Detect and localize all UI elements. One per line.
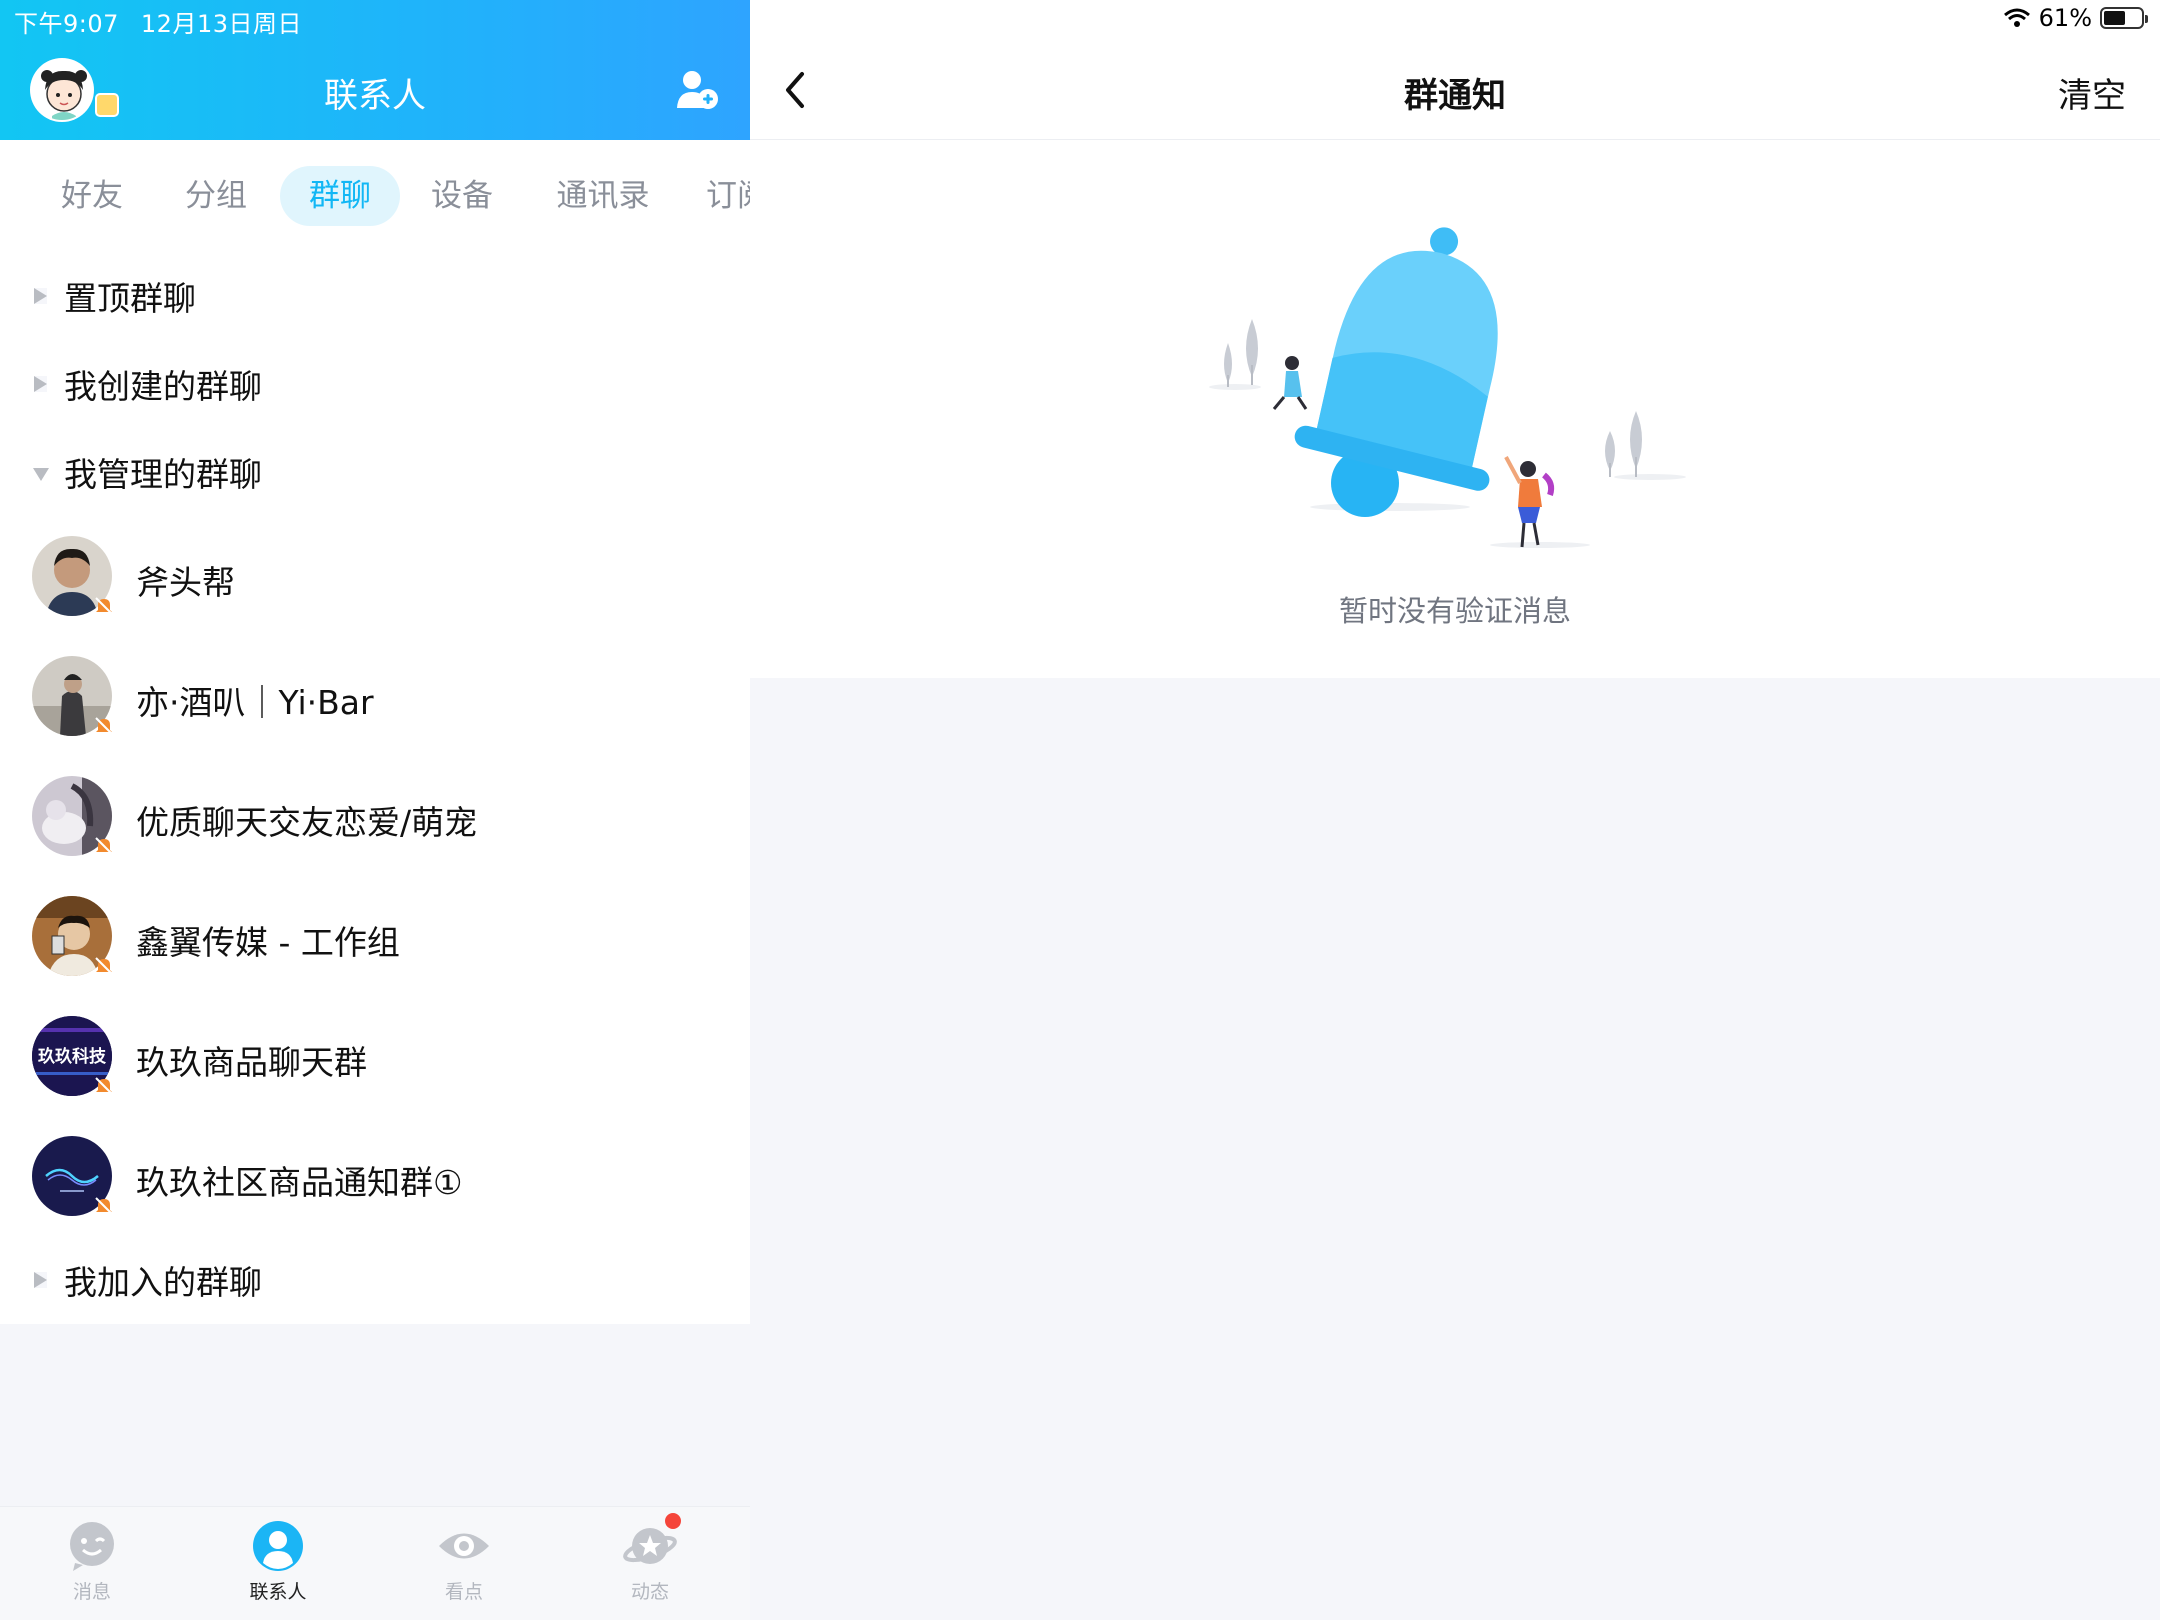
- tab-address-book[interactable]: 通讯录: [548, 166, 658, 226]
- status-bar-left: 下午9:07 12月13日周日: [14, 4, 324, 39]
- section-label: 置顶群聊: [64, 279, 196, 318]
- eye-icon: [437, 1519, 491, 1573]
- status-time: 下午9:07: [14, 10, 119, 38]
- section-label: 我管理的群聊: [64, 455, 262, 494]
- wifi-icon: [2003, 8, 2030, 27]
- nav-label: 看点: [444, 1581, 483, 1603]
- status-date: 12月13日周日: [140, 10, 302, 38]
- group-row[interactable]: 优质聊天交友恋爱/萌宠: [0, 756, 750, 876]
- section-label: 我创建的群聊: [64, 367, 262, 406]
- tab-group-chats[interactable]: 群聊: [280, 166, 400, 226]
- page-title: 群通知: [1404, 76, 1506, 116]
- muted-bell-icon: [94, 716, 114, 736]
- group-row[interactable]: 玖玖社区商品通知群①: [0, 1116, 750, 1236]
- contacts-header: 下午9:07 12月13日周日 联系人: [0, 0, 750, 140]
- group-name: 亦·酒叭｜Yi·Bar: [136, 683, 374, 722]
- section-pinned-groups[interactable]: 置顶群聊: [0, 252, 750, 340]
- group-name: 玖玖商品聊天群: [136, 1043, 367, 1082]
- section-managed-groups[interactable]: 我管理的群聊: [0, 428, 750, 516]
- group-row[interactable]: 斧头帮: [0, 516, 750, 636]
- muted-bell-icon: [94, 1076, 114, 1096]
- group-row[interactable]: 鑫翼传媒 - 工作组: [0, 876, 750, 996]
- nav-moments[interactable]: 动态: [600, 1513, 700, 1604]
- bottom-tab-bar: 消息 联系人 看点 动态: [0, 1506, 750, 1620]
- muted-bell-icon: [94, 1196, 114, 1216]
- collapsed-arrow-icon: [34, 288, 47, 304]
- notifications-content: 61% 群通知 清空 暂时没有验证消息: [750, 0, 2160, 678]
- group-name: 优质聊天交友恋爱/萌宠: [136, 803, 478, 842]
- group-name: 鑫翼传媒 - 工作组: [136, 923, 400, 962]
- group-row[interactable]: 亦·酒叭｜Yi·Bar: [0, 636, 750, 756]
- tab-devices[interactable]: 设备: [414, 166, 510, 226]
- nav-label: 消息: [72, 1581, 111, 1603]
- clear-button[interactable]: 清空: [2058, 68, 2126, 117]
- contacts-person-icon: [251, 1519, 305, 1573]
- section-created-groups[interactable]: 我创建的群聊: [0, 340, 750, 428]
- tab-friends[interactable]: 好友: [44, 166, 140, 226]
- notification-dot: [665, 1513, 681, 1529]
- collapsed-arrow-icon: [34, 1272, 47, 1288]
- section-label: 我加入的群聊: [64, 1263, 262, 1302]
- battery-icon: [2100, 7, 2148, 29]
- muted-bell-icon: [94, 596, 114, 616]
- tab-subscriptions[interactable]: 订阅: [706, 166, 750, 226]
- nav-discover[interactable]: 看点: [414, 1519, 514, 1604]
- status-bar-right: 61%: [2003, 4, 2148, 32]
- nav-contacts[interactable]: 联系人: [228, 1519, 328, 1604]
- nav-label: 联系人: [249, 1581, 307, 1603]
- group-avatar-logo-text: 玖玖科技: [38, 1046, 107, 1067]
- group-notifications-pane: 61% 群通知 清空 暂时没有验证消息: [750, 0, 2160, 1620]
- empty-state-message: 暂时没有验证消息: [1338, 594, 1571, 628]
- nav-messages[interactable]: 消息: [42, 1519, 142, 1604]
- contact-tabs: 好友 分组 群聊 设备 通讯录 订阅: [0, 140, 750, 252]
- section-joined-groups[interactable]: 我加入的群聊: [0, 1236, 750, 1324]
- group-name: 玖玖社区商品通知群①: [136, 1163, 463, 1202]
- group-row[interactable]: 玖玖科技 玖玖商品聊天群: [0, 996, 750, 1116]
- message-face-icon: [65, 1519, 119, 1573]
- collapsed-arrow-icon: [34, 376, 47, 392]
- header-divider: [750, 139, 2160, 140]
- tab-groups-category[interactable]: 分组: [168, 166, 264, 226]
- contacts-pane: 下午9:07 12月13日周日 联系人 好友 分组 群聊 设备 通讯录 订 置顶…: [0, 0, 750, 1620]
- group-name: 斧头帮: [136, 563, 235, 602]
- contacts-title: 联系人: [324, 76, 426, 116]
- expanded-arrow-icon: [33, 468, 49, 481]
- planet-star-icon: [623, 1513, 681, 1573]
- muted-bell-icon: [94, 836, 114, 856]
- add-friend-icon[interactable]: [675, 68, 721, 112]
- group-list: 置顶群聊 我创建的群聊 我管理的群聊 斧头帮 亦·酒叭｜Yi·Bar 优质聊天交…: [0, 252, 750, 1324]
- nav-label: 动态: [630, 1581, 669, 1603]
- battery-percent: 61%: [2038, 4, 2092, 32]
- muted-bell-icon: [94, 956, 114, 976]
- empty-bell-illustration: [1200, 225, 1700, 565]
